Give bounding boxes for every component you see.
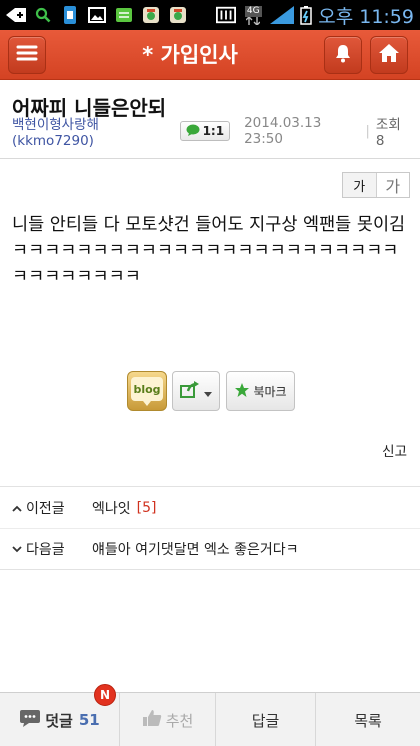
chevron-down-icon [12,541,22,557]
dropdown-arrow-icon [204,382,212,401]
share-button[interactable] [172,371,220,411]
share-icon [180,380,200,402]
next-post-link[interactable]: 다음글 얘들아 여기댓달면 엑소 좋은거다ㅋ [12,538,412,560]
divider [0,486,420,487]
bottom-action-bar: 덧글 51 추천 답글 목록 [0,692,420,746]
comment-icon [19,709,41,731]
home-icon [378,43,400,67]
one-to-one-chat-button[interactable]: 1:1 [179,121,231,141]
bookmark-label: 북마크 [253,384,287,399]
chat-bubble-icon [186,124,200,139]
previous-post-link[interactable]: 이전글 엑나잇 [5] [12,497,412,519]
clock: 오후 11:59 [318,5,414,28]
view-count: 조회 8 [375,117,401,149]
home-button[interactable] [370,36,408,74]
signal-strength-icon [270,5,295,25]
divider [0,569,420,570]
blog-share-button[interactable]: blog [127,371,167,411]
search-icon [33,5,53,25]
next-post-label: 다음글 [26,542,65,558]
notify-app-icon [141,5,161,25]
divider [0,528,420,529]
network-label: 4G [244,5,262,17]
menu-icon [16,44,38,66]
page-title: * 가입인사 [142,43,238,67]
sim-card-icon [60,5,80,25]
author-link[interactable]: 백현이형사랑해(kkmo7290) [12,113,174,149]
report-link[interactable]: 신고 [382,440,407,460]
notifications-button[interactable] [324,36,362,74]
reply-button[interactable]: 답글 [216,693,316,746]
post-date: 2014.03.13 23:50 [244,115,322,147]
menu-button[interactable] [8,36,46,74]
divider [0,158,420,159]
previous-post-comment-count: [5] [136,500,157,516]
post-meta: 백현이형사랑해(kkmo7290) 1:1 2014.03.13 23:50 |… [12,115,412,149]
next-post-title: 얘들아 여기댓달면 엑소 좋은거다ㅋ [92,542,299,558]
app-header: * 가입인사 [0,30,420,80]
recommend-label: 추천 [165,711,194,730]
image-icon [87,5,107,25]
recommend-button[interactable]: 추천 [120,693,216,746]
chevron-up-icon [12,500,22,516]
comments-count: 51 [78,711,100,729]
status-bar: 4G 오후 11:59 [0,0,420,30]
chat-app-icon [114,5,134,25]
font-size-large-button[interactable]: 가 [375,173,409,197]
network-4g-icon: 4G [242,5,264,25]
meta-divider: | [365,123,370,139]
previous-post-label: 이전글 [26,501,65,517]
font-size-small-button[interactable]: 가 [343,173,376,197]
screen: 4G 오후 11:59 * 가입인사 어짜피 니들은안되 백현이형사랑해(kkm… [0,0,420,746]
blog-label: blog [133,383,161,396]
post-body: 니들 안티들 다 모토샷건 들어도 지구상 엑팬들 못이김ㅋㅋㅋㅋㅋㅋㅋㅋㅋㅋㅋ… [12,215,406,287]
thumbs-up-icon [142,709,162,731]
list-button[interactable]: 목록 [316,693,420,746]
nfc-icon [216,5,237,25]
notify-app-icon-2 [168,5,188,25]
comments-label: 덧글 [45,711,73,730]
signal-plus-icon [6,5,26,25]
font-size-toggle: 가 가 [342,172,410,198]
bookmark-button[interactable]: 북마크 [226,371,295,411]
battery-icon [300,5,312,25]
chat-label: 1:1 [202,124,225,138]
bell-icon [334,43,352,67]
previous-post-title: 엑나잇 [92,501,131,517]
star-icon [234,382,250,401]
new-comment-badge: N [94,684,116,706]
